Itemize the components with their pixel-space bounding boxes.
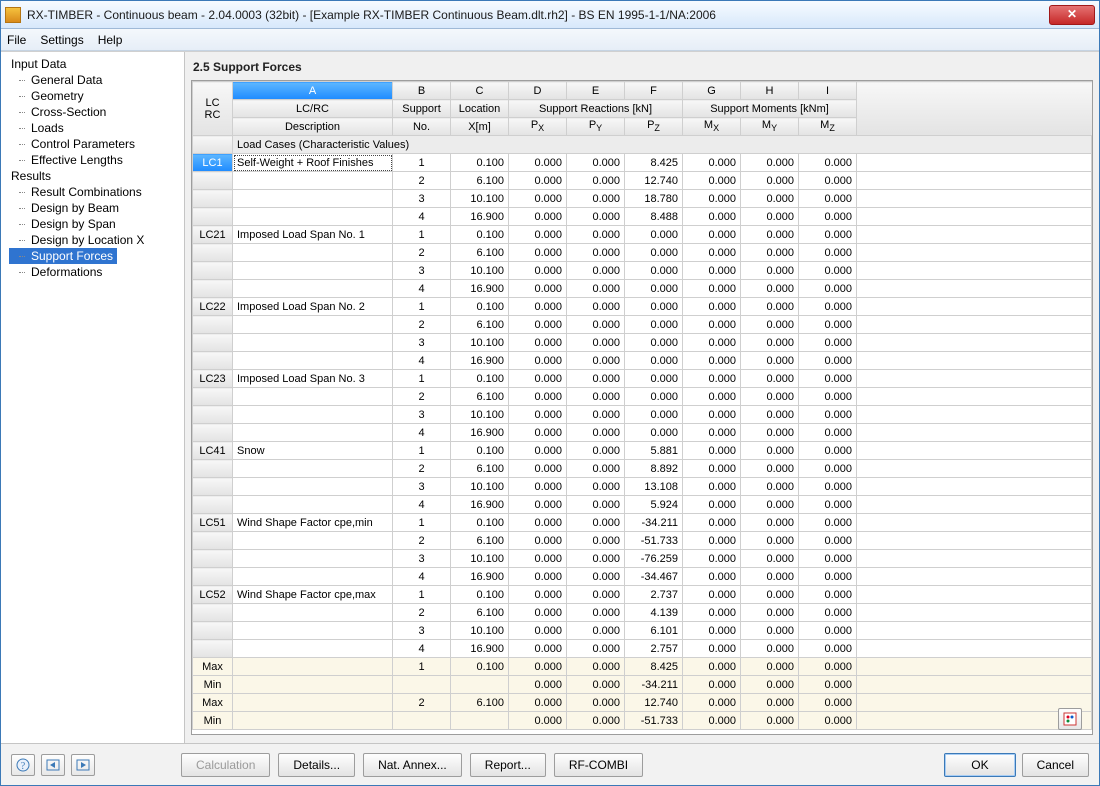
table-row[interactable]: 416.9000.0000.000-34.4670.0000.0000.000 [193,568,1092,586]
table-row[interactable]: 416.9000.0000.0000.0000.0000.0000.000 [193,280,1092,298]
summary-row[interactable]: Min0.0000.000-34.2110.0000.0000.000 [193,676,1092,694]
table-row[interactable]: LC52Wind Shape Factor cpe,max10.1000.000… [193,586,1092,604]
footer: ? Calculation Details... Nat. Annex... R… [1,743,1099,785]
table-row[interactable]: 26.1000.0000.00012.7400.0000.0000.000 [193,172,1092,190]
cancel-button[interactable]: Cancel [1022,753,1089,777]
menu-help[interactable]: Help [98,33,123,47]
nav-tree[interactable]: Input Data General DataGeometryCross-Sec… [1,52,185,743]
table-row[interactable]: 26.1000.0000.0004.1390.0000.0000.000 [193,604,1092,622]
tree-leaf[interactable]: Effective Lengths [9,152,184,168]
menu-settings[interactable]: Settings [40,33,83,47]
ok-button[interactable]: OK [944,753,1015,777]
results-grid[interactable]: LCRCABCDEFGHILC/RCSupportLocationSupport… [191,80,1093,735]
svg-text:?: ? [21,761,26,772]
summary-row[interactable]: Min0.0000.000-51.7330.0000.0000.000 [193,712,1092,730]
table-row[interactable]: LC23Imposed Load Span No. 310.1000.0000.… [193,370,1092,388]
table-row[interactable]: LC22Imposed Load Span No. 210.1000.0000.… [193,298,1092,316]
panel-title: 2.5 Support Forces [191,56,1093,80]
next-button[interactable] [71,754,95,776]
menu-file[interactable]: File [7,33,26,47]
table-row[interactable]: LC51Wind Shape Factor cpe,min10.1000.000… [193,514,1092,532]
table-row[interactable]: 416.9000.0000.0008.4880.0000.0000.000 [193,208,1092,226]
table-row[interactable]: 416.9000.0000.0000.0000.0000.0000.000 [193,352,1092,370]
tree-leaf[interactable]: Loads [9,120,184,136]
rf-combi-button[interactable]: RF-COMBI [554,753,643,777]
table-row[interactable]: 26.1000.0000.0000.0000.0000.0000.000 [193,388,1092,406]
tree-leaf[interactable]: Design by Location X [9,232,184,248]
titlebar: RX-TIMBER - Continuous beam - 2.04.0003 … [1,1,1099,29]
table-row[interactable]: 310.1000.0000.00013.1080.0000.0000.000 [193,478,1092,496]
table-row[interactable]: LC41Snow10.1000.0000.0005.8810.0000.0000… [193,442,1092,460]
tree-leaf[interactable]: Cross-Section [9,104,184,120]
summary-row[interactable]: Max26.1000.0000.00012.7400.0000.0000.000 [193,694,1092,712]
table-row[interactable]: 416.9000.0000.0000.0000.0000.0000.000 [193,424,1092,442]
close-button[interactable]: ✕ [1049,5,1095,25]
tree-leaf[interactable]: Support Forces [9,248,117,264]
report-button[interactable]: Report... [470,753,546,777]
tree-input-data[interactable]: Input Data [9,56,184,72]
app-icon [5,7,21,23]
table-row[interactable]: 26.1000.0000.000-51.7330.0000.0000.000 [193,532,1092,550]
tree-leaf[interactable]: Design by Beam [9,200,184,216]
table-row[interactable]: 26.1000.0000.0000.0000.0000.0000.000 [193,316,1092,334]
prev-button[interactable] [41,754,65,776]
tree-leaf[interactable]: Control Parameters [9,136,184,152]
table-row[interactable]: LC21Imposed Load Span No. 110.1000.0000.… [193,226,1092,244]
table-row[interactable]: 310.1000.0000.0006.1010.0000.0000.000 [193,622,1092,640]
tree-leaf[interactable]: Result Combinations [9,184,184,200]
table-row[interactable]: 310.1000.0000.00018.7800.0000.0000.000 [193,190,1092,208]
details-button[interactable]: Details... [278,753,355,777]
table-row[interactable]: LC1Self-Weight + Roof Finishes10.1000.00… [193,154,1092,172]
tree-leaf[interactable]: Deformations [9,264,184,280]
tree-leaf[interactable]: Geometry [9,88,184,104]
calculation-button[interactable]: Calculation [181,753,270,777]
table-row[interactable]: 416.9000.0000.0002.7570.0000.0000.000 [193,640,1092,658]
grid-options-icon[interactable] [1058,708,1082,730]
menubar: File Settings Help [1,29,1099,51]
table-row[interactable]: 26.1000.0000.0000.0000.0000.0000.000 [193,244,1092,262]
window-title: RX-TIMBER - Continuous beam - 2.04.0003 … [27,8,1049,22]
table-row[interactable]: 310.1000.0000.0000.0000.0000.0000.000 [193,262,1092,280]
tree-leaf[interactable]: Design by Span [9,216,184,232]
table-row[interactable]: 310.1000.0000.0000.0000.0000.0000.000 [193,406,1092,424]
help-button[interactable]: ? [11,754,35,776]
tree-leaf[interactable]: General Data [9,72,184,88]
table-row[interactable]: 26.1000.0000.0008.8920.0000.0000.000 [193,460,1092,478]
tree-results[interactable]: Results [9,168,184,184]
table-row[interactable]: 310.1000.0000.000-76.2590.0000.0000.000 [193,550,1092,568]
table-row[interactable]: 416.9000.0000.0005.9240.0000.0000.000 [193,496,1092,514]
table-row[interactable]: 310.1000.0000.0000.0000.0000.0000.000 [193,334,1092,352]
nat-annex-button[interactable]: Nat. Annex... [363,753,462,777]
summary-row[interactable]: Max10.1000.0000.0008.4250.0000.0000.000 [193,658,1092,676]
